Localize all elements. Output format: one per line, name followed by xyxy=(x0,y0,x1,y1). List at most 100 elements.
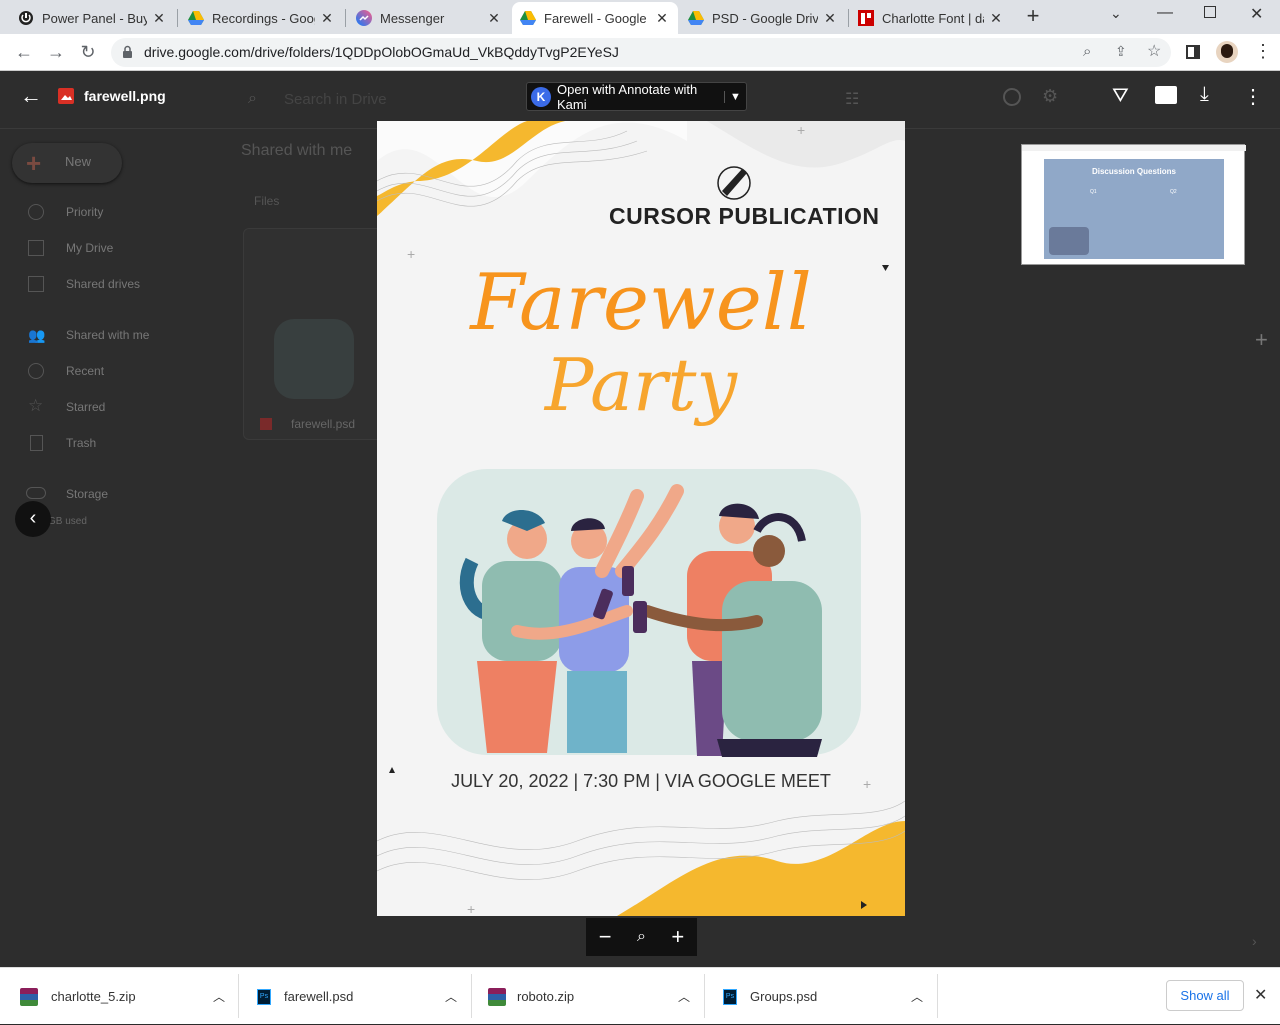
breadcrumb[interactable]: Shared with me xyxy=(241,142,352,160)
open-with-label: Open with Annotate with Kami xyxy=(557,81,698,112)
plus-icon: + xyxy=(26,148,42,178)
messenger-icon xyxy=(356,10,372,26)
poster-publisher: CURSOR PUBLICATION xyxy=(609,203,880,229)
drive-icon xyxy=(520,10,536,26)
chevron-up-icon[interactable]: ︿ xyxy=(678,988,690,1005)
nav-label: Starred xyxy=(66,400,106,414)
tab-farewell[interactable]: Farewell - Google D ✕ xyxy=(512,2,678,34)
browser-menu-icon[interactable]: ⋮ xyxy=(1254,41,1272,62)
close-icon[interactable]: ✕ xyxy=(486,10,502,27)
slide-illustration xyxy=(1049,227,1089,255)
tab-title: Messenger xyxy=(380,10,445,26)
download-icon[interactable]: ⤓ xyxy=(1200,83,1209,106)
previous-file-button[interactable]: ‹ xyxy=(15,501,51,537)
tab-recordings[interactable]: Recordings - Goog ✕ xyxy=(180,2,343,34)
priority-icon xyxy=(28,204,44,220)
add-addon-icon[interactable]: + xyxy=(1255,327,1268,353)
profile-avatar[interactable] xyxy=(1216,41,1238,63)
minimize-icon[interactable]: — xyxy=(1157,4,1173,22)
show-all-downloads-button[interactable]: Show all xyxy=(1166,980,1244,1011)
omnibox[interactable]: drive.google.com/drive/folders/1QDDpOlob… xyxy=(111,38,1171,67)
close-icon[interactable]: ✕ xyxy=(319,10,335,27)
open-with-kami-button[interactable]: K Open with Annotate with Kami ▼ xyxy=(526,81,747,112)
power-panel-icon xyxy=(18,10,34,26)
share-icon[interactable]: ⇪ xyxy=(1115,43,1127,60)
reload-icon[interactable]: ↻ xyxy=(76,40,100,64)
back-icon[interactable]: ← xyxy=(12,40,36,64)
close-icon[interactable]: ✕ xyxy=(151,10,167,27)
nav-item-recent[interactable]: Recent xyxy=(0,360,215,382)
zoom-reset-icon[interactable]: ⌕ xyxy=(637,928,646,946)
nav-item-trash[interactable]: Trash xyxy=(0,432,215,454)
address-bar: ← → ↻ drive.google.com/drive/folders/1QD… xyxy=(0,34,1280,71)
new-button-label: New xyxy=(65,154,92,169)
nav-item-starred[interactable]: ☆ Starred xyxy=(0,396,215,418)
bookmark-star-icon[interactable]: ☆ xyxy=(1147,41,1161,61)
more-options-icon[interactable]: ⋮ xyxy=(1243,84,1263,109)
kami-icon: K xyxy=(531,86,551,107)
poster-artwork: + + + + xyxy=(377,121,905,916)
my-drive-icon xyxy=(28,240,44,256)
download-item[interactable]: Ps farewell.psd ︿ xyxy=(257,968,457,1025)
close-icon[interactable]: ✕ xyxy=(654,10,670,27)
nav-item-shared-drives[interactable]: Shared drives xyxy=(0,273,215,295)
zoom-in-icon[interactable]: + xyxy=(671,924,684,950)
chevron-down-icon[interactable]: ▼ xyxy=(724,90,746,103)
dafont-icon xyxy=(858,10,874,26)
zoom-out-icon[interactable]: − xyxy=(599,924,612,950)
tab-psd[interactable]: PSD - Google Drive ✕ xyxy=(680,2,846,34)
chevron-up-icon[interactable]: ︿ xyxy=(911,988,923,1005)
side-panel-icon[interactable] xyxy=(1186,45,1200,59)
print-icon[interactable] xyxy=(1155,86,1177,104)
window-close-icon[interactable]: ✕ xyxy=(1250,4,1263,24)
url-text[interactable]: drive.google.com/drive/folders/1QDDpOlob… xyxy=(144,44,619,60)
close-icon[interactable]: ✕ xyxy=(988,10,1004,27)
tab-messenger[interactable]: Messenger ✕ xyxy=(348,2,510,34)
chevron-up-icon[interactable]: ︿ xyxy=(213,988,225,1005)
new-button[interactable]: + New xyxy=(12,143,122,183)
svg-text:+: + xyxy=(407,246,415,262)
download-file-name: Groups.psd xyxy=(750,989,818,1004)
lock-icon[interactable] xyxy=(122,45,133,64)
tab-search-icon[interactable]: ⌄ xyxy=(1110,5,1122,22)
poster-title-line2: Party xyxy=(544,343,738,427)
close-icon[interactable]: ✕ xyxy=(822,10,838,27)
zoom-controls: − ⌕ + xyxy=(586,918,697,956)
nav-label: Priority xyxy=(66,205,104,219)
tab-title: Recordings - Goog xyxy=(212,10,315,26)
tab-title: Power Panel - Buys xyxy=(42,10,147,26)
nav-label: My Drive xyxy=(66,241,114,255)
expand-panel-icon[interactable]: › xyxy=(1252,933,1257,949)
zoom-icon[interactable]: ⌕ xyxy=(1083,43,1091,60)
download-item[interactable]: Ps Groups.psd ︿ xyxy=(723,968,923,1025)
chevron-up-icon[interactable]: ︿ xyxy=(445,988,457,1005)
tab-title: PSD - Google Drive xyxy=(712,10,818,26)
forward-icon[interactable]: → xyxy=(44,40,68,64)
star-icon: ☆ xyxy=(28,396,44,415)
nav-item-shared-with-me[interactable]: 👥 Shared with me xyxy=(0,324,215,346)
download-item[interactable]: charlotte_5.zip ︿ xyxy=(20,968,225,1025)
shared-drives-icon xyxy=(28,276,44,292)
nav-item-priority[interactable]: Priority xyxy=(0,201,215,223)
image-file-icon xyxy=(58,88,74,104)
storage-used-text: GB used xyxy=(48,516,87,527)
photoshop-file-icon: Ps xyxy=(723,988,737,1005)
trash-icon xyxy=(30,435,43,451)
drive-icon xyxy=(188,10,204,26)
download-file-name: farewell.psd xyxy=(284,989,354,1004)
back-arrow-icon[interactable]: ← xyxy=(20,85,42,107)
slide-q1: Q1 xyxy=(1090,189,1097,195)
download-item[interactable]: roboto.zip ︿ xyxy=(488,968,690,1025)
tab-strip: Power Panel - Buys ✕ Recordings - Goog ✕… xyxy=(0,0,1280,34)
tab-power-panel[interactable]: Power Panel - Buys ✕ xyxy=(10,2,175,34)
tab-charlotte-font[interactable]: Charlotte Font | daf ✕ xyxy=(850,2,1012,34)
new-tab-icon[interactable]: + xyxy=(1022,5,1044,28)
close-download-bar-icon[interactable]: ✕ xyxy=(1254,985,1267,1005)
file-card[interactable]: farewell.psd xyxy=(243,228,383,440)
restore-icon[interactable] xyxy=(1204,6,1216,18)
files-section-label: Files xyxy=(254,194,280,208)
nav-item-my-drive[interactable]: My Drive xyxy=(0,237,215,259)
presentation-thumbnail[interactable]: Discussion Questions Q1 Q2 xyxy=(1021,144,1246,265)
add-to-drive-icon[interactable]: ⛛ xyxy=(1112,85,1129,108)
farewell-poster-image: + + + + CURSOR PUBLICATION Farewell Part… xyxy=(377,121,905,916)
